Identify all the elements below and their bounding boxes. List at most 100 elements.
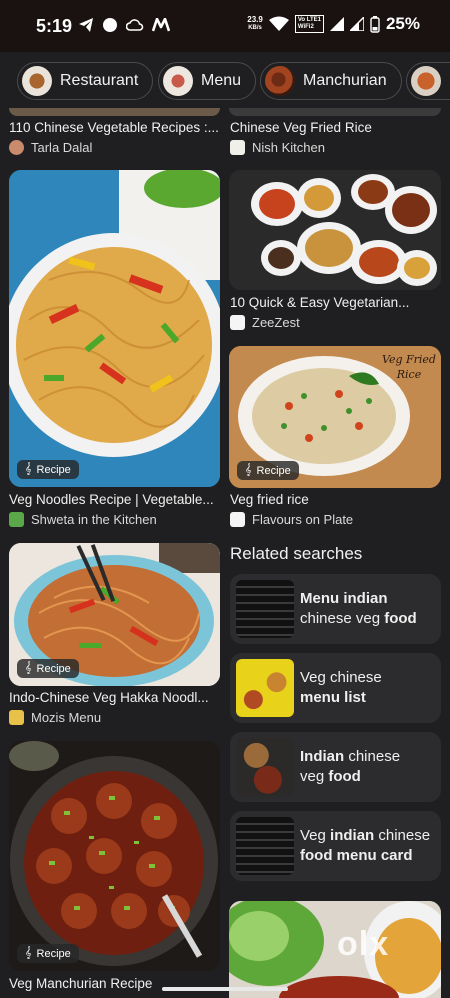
chip-label: Menu bbox=[201, 72, 242, 89]
related-text-bold: food menu card bbox=[300, 847, 413, 864]
tarla-dalal-icon bbox=[9, 140, 24, 155]
status-time: 5:19 bbox=[36, 16, 73, 36]
badge-label: Recipe bbox=[36, 463, 71, 476]
result-image-bottom-right[interactable]: olx bbox=[229, 901, 441, 998]
source-label: Shweta in the Kitchen bbox=[31, 512, 157, 527]
result-source[interactable]: Shweta in the Kitchen bbox=[9, 512, 157, 527]
fork-knife-icon: 𝄞 bbox=[25, 947, 32, 959]
zeezest-icon bbox=[230, 315, 245, 330]
m-logo-icon bbox=[152, 18, 170, 32]
related-text: Menu indian chinese veg food bbox=[300, 589, 417, 629]
related-text-bold: food bbox=[384, 610, 417, 627]
related-text: Veg chinese menu list bbox=[300, 668, 382, 708]
related-text: Indian chinese veg food bbox=[300, 747, 400, 787]
related-text-bold: indian bbox=[330, 827, 375, 844]
result-title[interactable]: Veg fried rice bbox=[230, 492, 442, 507]
recipe-badge: 𝄞 Recipe bbox=[17, 659, 79, 678]
result-image-top-right[interactable] bbox=[229, 108, 441, 116]
recipe-badge: 𝄞 Recipe bbox=[237, 461, 299, 480]
network-label-1: Vo LTE1 bbox=[297, 17, 321, 23]
recipe-badge: 𝄞 Recipe bbox=[17, 944, 79, 963]
chip-thumbnail bbox=[163, 66, 193, 96]
suggestion-chips: Restaurant Menu Manchurian bbox=[0, 52, 450, 110]
result-image-veg-fried-rice[interactable]: Veg Fried Rice 𝄞 Recipe bbox=[229, 346, 441, 488]
chip-restaurant[interactable]: Restaurant bbox=[17, 62, 154, 100]
cabbage-noodles-photo bbox=[229, 901, 441, 998]
related-search-item[interactable]: Indian chinese veg food bbox=[230, 732, 441, 802]
battery-percent: 25% bbox=[385, 14, 420, 33]
telegram-icon bbox=[79, 18, 93, 32]
noodles-photo bbox=[9, 170, 220, 487]
related-text-bold: Menu indian bbox=[300, 590, 388, 607]
shweta-kitchen-icon bbox=[9, 512, 24, 527]
source-label: Tarla Dalal bbox=[31, 140, 93, 155]
related-search-item[interactable]: Menu indian chinese veg food bbox=[230, 574, 441, 644]
related-searches-heading: Related searches bbox=[230, 544, 363, 563]
wifi-icon bbox=[268, 16, 289, 31]
fork-knife-icon: 𝄞 bbox=[245, 464, 252, 476]
flavours-on-plate-icon bbox=[230, 512, 245, 527]
cloud-icon bbox=[126, 19, 144, 31]
chip-more[interactable] bbox=[406, 62, 450, 100]
network-label-2: WiFi2 bbox=[297, 24, 314, 30]
badge-label: Recipe bbox=[256, 464, 291, 477]
dishes-photo bbox=[229, 170, 441, 290]
chip-thumbnail bbox=[22, 66, 52, 96]
source-label: Flavours on Plate bbox=[252, 512, 354, 527]
result-title[interactable]: Indo-Chinese Veg Hakka Noodl... bbox=[9, 690, 221, 705]
gesture-navigation-bar[interactable] bbox=[162, 987, 288, 991]
chip-thumbnail bbox=[265, 66, 295, 96]
olx-watermark: olx bbox=[337, 925, 390, 963]
source-label: Nish Kitchen bbox=[252, 140, 325, 155]
result-image-veg-manchurian[interactable]: 𝄞 Recipe bbox=[9, 741, 220, 971]
overlay-caption: Veg Fried Rice bbox=[382, 353, 436, 381]
result-image-quick-easy[interactable] bbox=[229, 170, 441, 290]
speed-value: 23.9 bbox=[247, 15, 263, 24]
related-text-normal: chinese bbox=[344, 748, 401, 765]
chip-manchurian[interactable]: Manchurian bbox=[260, 62, 402, 100]
related-text-normal: chinese veg bbox=[300, 610, 385, 627]
signal-icon-2 bbox=[349, 17, 364, 31]
result-source[interactable]: Nish Kitchen bbox=[230, 140, 325, 155]
related-text-bold: Indian bbox=[300, 748, 345, 765]
chip-label: Restaurant bbox=[60, 72, 139, 89]
nish-kitchen-icon bbox=[230, 140, 245, 155]
speed-unit: KB/s bbox=[248, 25, 262, 31]
result-source[interactable]: Mozis Menu bbox=[9, 710, 101, 725]
related-search-item[interactable]: Veg indian chinese food menu card bbox=[230, 811, 441, 881]
result-title[interactable]: Chinese Veg Fried Rice bbox=[230, 120, 442, 135]
signal-icon-1 bbox=[329, 17, 344, 31]
result-title[interactable]: Veg Noodles Recipe | Vegetable... bbox=[9, 492, 221, 507]
fork-knife-icon: 𝄞 bbox=[25, 662, 32, 674]
related-thumbnail bbox=[236, 817, 294, 875]
result-source[interactable]: Tarla Dalal bbox=[9, 140, 92, 155]
result-title[interactable]: 110 Chinese Vegetable Recipes :... bbox=[9, 120, 221, 135]
result-source[interactable]: ZeeZest bbox=[230, 315, 300, 330]
fork-knife-icon: 𝄞 bbox=[25, 463, 32, 475]
circle-icon bbox=[103, 18, 117, 32]
related-text-bold: menu list bbox=[300, 689, 366, 706]
result-image-veg-noodles[interactable]: 𝄞 Recipe bbox=[9, 170, 220, 487]
status-bar: 5:19 23.9 KB/s Vo LTE1 WiFi2 25% bbox=[0, 0, 450, 52]
chip-label: Manchurian bbox=[303, 72, 387, 89]
related-text-normal: Veg chinese bbox=[300, 669, 382, 686]
result-image-hakka-noodles[interactable]: 𝄞 Recipe bbox=[9, 543, 220, 686]
network-badges: Vo LTE1 WiFi2 bbox=[294, 15, 324, 33]
battery-icon bbox=[370, 15, 380, 33]
related-text-normal: Veg bbox=[300, 827, 331, 844]
related-text: Veg indian chinese food menu card bbox=[300, 826, 430, 866]
related-text-normal: veg bbox=[300, 768, 329, 785]
result-source[interactable]: Flavours on Plate bbox=[230, 512, 353, 527]
chip-thumbnail bbox=[411, 66, 441, 96]
source-label: Mozis Menu bbox=[31, 710, 102, 725]
result-image-top-left[interactable] bbox=[9, 108, 220, 116]
related-thumbnail bbox=[236, 580, 294, 638]
related-search-item[interactable]: Veg chinese menu list bbox=[230, 653, 441, 723]
badge-label: Recipe bbox=[36, 662, 71, 675]
manchurian-photo bbox=[9, 741, 220, 971]
source-label: ZeeZest bbox=[252, 315, 300, 330]
result-title[interactable]: 10 Quick & Easy Vegetarian... bbox=[230, 295, 442, 310]
badge-label: Recipe bbox=[36, 947, 71, 960]
chip-menu[interactable]: Menu bbox=[158, 62, 257, 100]
related-text-bold: food bbox=[328, 768, 361, 785]
